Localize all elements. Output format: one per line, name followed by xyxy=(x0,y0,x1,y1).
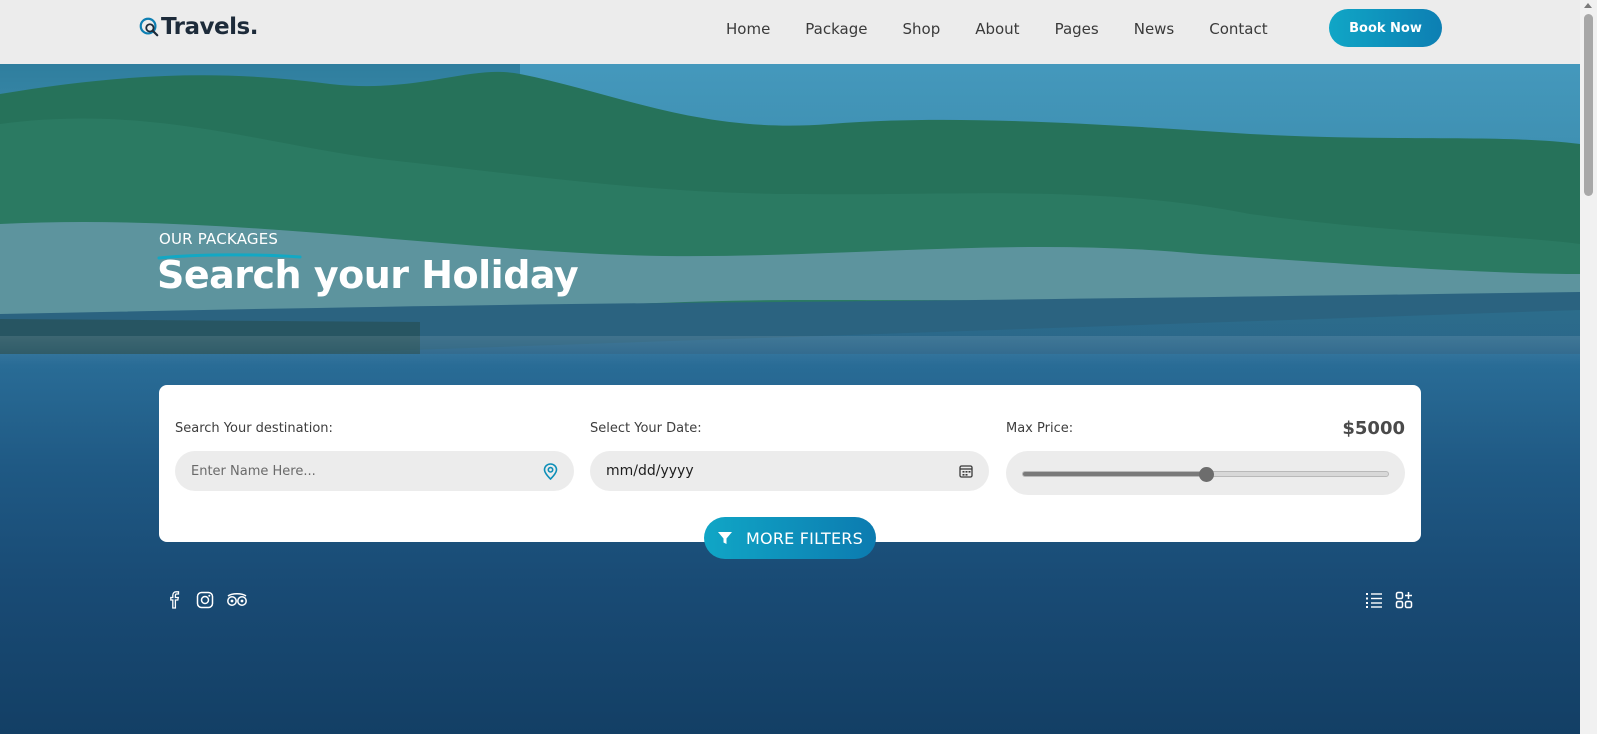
nav-news[interactable]: News xyxy=(1134,20,1175,38)
nav-shop[interactable]: Shop xyxy=(902,20,940,38)
globe-search-icon xyxy=(139,17,159,37)
destination-field[interactable]: Enter Name Here... xyxy=(175,451,574,491)
scroll-up-arrow-icon[interactable] xyxy=(1584,3,1592,8)
grid-view-icon[interactable] xyxy=(1395,591,1413,609)
instagram-icon[interactable] xyxy=(196,591,214,609)
list-view-icon[interactable] xyxy=(1365,591,1383,609)
scrollbar-thumb[interactable] xyxy=(1584,14,1593,196)
date-label: Select Your Date: xyxy=(590,421,702,436)
hero-landscape xyxy=(0,71,1580,364)
title-underline-decoration xyxy=(157,253,302,260)
destination-input[interactable]: Enter Name Here... xyxy=(191,464,543,479)
nav-package[interactable]: Package xyxy=(805,20,867,38)
slider-rail xyxy=(1022,467,1389,482)
logo[interactable]: Travels. xyxy=(138,14,258,40)
section-eyebrow: OUR PACKAGES xyxy=(159,230,279,248)
tripadvisor-icon[interactable] xyxy=(226,591,248,609)
nav-about[interactable]: About xyxy=(975,20,1019,38)
social-links xyxy=(166,591,248,609)
calendar-icon[interactable] xyxy=(959,464,973,478)
slider-fill xyxy=(1023,472,1206,476)
destination-label: Search Your destination: xyxy=(175,421,333,436)
logo-text: Travels. xyxy=(161,14,258,40)
site-header: Travels. Home Package Shop About Pages N… xyxy=(0,0,1580,64)
more-filters-button[interactable]: MORE FILTERS xyxy=(704,517,876,559)
page-scrollbar[interactable] xyxy=(1580,0,1597,734)
filter-icon xyxy=(718,532,733,544)
more-filters-label: MORE FILTERS xyxy=(746,528,863,548)
price-label: Max Price: xyxy=(1006,421,1074,436)
location-pin-icon xyxy=(543,462,558,480)
book-now-button[interactable]: Book Now xyxy=(1329,9,1442,47)
nav-pages[interactable]: Pages xyxy=(1055,20,1099,38)
nav-home[interactable]: Home xyxy=(726,20,770,38)
hero-shoreline xyxy=(0,336,1580,366)
main-nav: Home Package Shop About Pages News Conta… xyxy=(726,0,1303,58)
date-field[interactable]: mm/dd/yyyy xyxy=(590,451,989,491)
view-toggles xyxy=(1365,591,1413,609)
nav-contact[interactable]: Contact xyxy=(1209,20,1267,38)
slider-thumb[interactable] xyxy=(1198,467,1214,482)
price-slider[interactable] xyxy=(1006,451,1405,495)
date-input[interactable]: mm/dd/yyyy xyxy=(606,463,959,479)
facebook-icon[interactable] xyxy=(166,591,184,609)
price-value: $5000 xyxy=(1342,418,1405,439)
title-highlight: Holiday xyxy=(421,253,579,297)
